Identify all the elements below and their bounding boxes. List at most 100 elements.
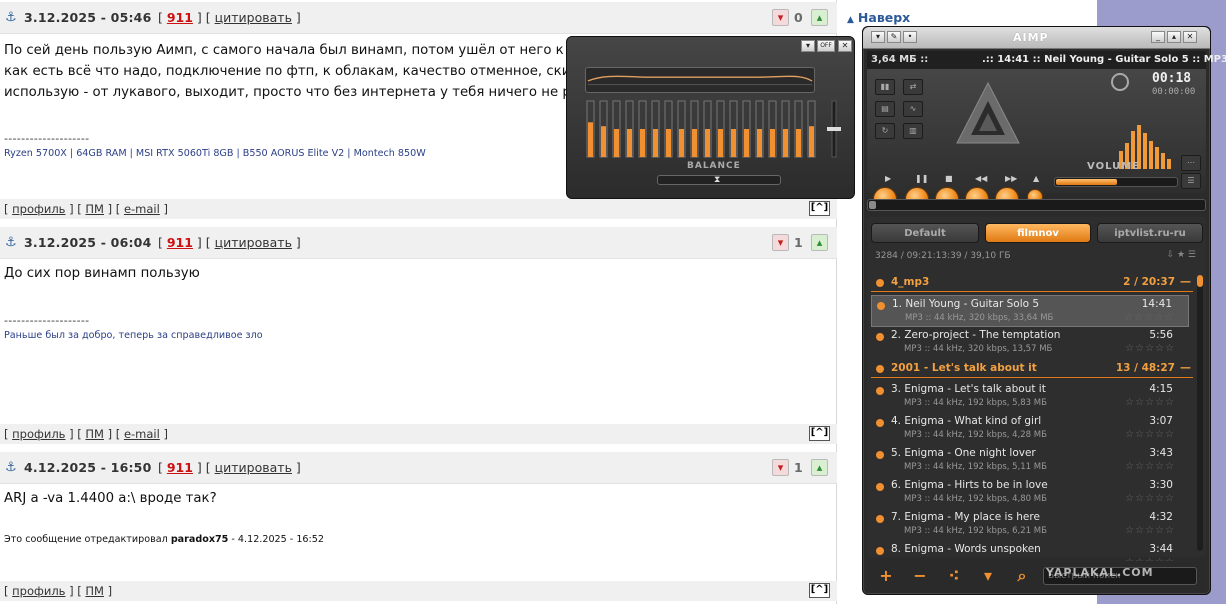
rating-stars-icon[interactable]: ☆☆☆☆☆ bbox=[1125, 525, 1175, 536]
collapse-icon[interactable]: — bbox=[1180, 361, 1191, 374]
playlist-toggle-icon[interactable]: ☰ bbox=[1181, 173, 1201, 189]
eq-close-icon[interactable]: ✕ bbox=[838, 40, 852, 52]
post-header: ⚓ 4.12.2025 - 16:50 [ 911 ] [ цитировать… bbox=[0, 452, 837, 484]
scroll-top-button[interactable]: [^] bbox=[809, 201, 830, 216]
collapse-icon[interactable]: — bbox=[1180, 275, 1191, 288]
track-display: 3,64 МБ :: .:: 14:41 :: Neil Young - Gui… bbox=[867, 51, 1226, 69]
thumbs-down-icon[interactable]: ▾ bbox=[772, 9, 789, 26]
aimp-titlebar[interactable]: ▾ ✎ • AIMP _ ▴ ✕ bbox=[863, 27, 1210, 49]
anchor-icon[interactable]: ⚓ bbox=[5, 11, 18, 25]
post-body: До сих пор винамп пользую bbox=[4, 263, 824, 284]
balance-knob-icon[interactable]: ⧗ bbox=[714, 174, 722, 186]
playlist-track[interactable]: 5. Enigma - One night lover 3:43 MP3 :: 44… bbox=[871, 445, 1189, 477]
quote-link[interactable]: цитировать bbox=[215, 460, 292, 475]
quote-link[interactable]: цитировать bbox=[215, 235, 292, 250]
preamp-slider[interactable] bbox=[823, 99, 845, 159]
thumbs-up-icon[interactable]: ▴ bbox=[811, 459, 828, 476]
playlist-track[interactable]: 2. Zero-project - The temptation 5:56 MP3 … bbox=[871, 327, 1189, 359]
profile-link[interactable]: профиль bbox=[12, 584, 65, 598]
profile-link[interactable]: профиль bbox=[12, 427, 65, 441]
volume-slider[interactable] bbox=[1054, 177, 1178, 187]
scrollbar-thumb[interactable] bbox=[1197, 275, 1203, 287]
menu-icon[interactable]: ▾ bbox=[871, 31, 885, 43]
rating-stars-icon[interactable]: ☆☆☆☆☆ bbox=[1125, 397, 1175, 408]
anchor-icon[interactable]: ⚓ bbox=[5, 461, 18, 475]
close-icon[interactable]: ✕ bbox=[1183, 31, 1197, 43]
sort-icon[interactable]: ⁖ bbox=[941, 565, 967, 587]
playlist-track[interactable]: 1. Neil Young - Guitar Solo 5 14:41 MP3 ::… bbox=[871, 295, 1189, 327]
playlist-track[interactable]: 3. Enigma - Let's talk about it 4:15 MP3 :… bbox=[871, 381, 1189, 413]
pm-link[interactable]: ПМ bbox=[85, 202, 104, 216]
profile-link[interactable]: профиль bbox=[12, 202, 65, 216]
eq-toggle-icon[interactable]: ▮▮ bbox=[875, 79, 895, 95]
search-icon[interactable]: ⌕ bbox=[1009, 565, 1035, 587]
seek-bar[interactable] bbox=[867, 199, 1206, 211]
post-number-link[interactable]: 911 bbox=[167, 10, 193, 25]
thumbs-down-icon[interactable]: ▾ bbox=[772, 234, 789, 251]
quote-link[interactable]: цитировать bbox=[215, 10, 292, 25]
wrench-icon[interactable]: ✎ bbox=[887, 31, 901, 43]
rating-stars-icon[interactable]: ☆☆☆☆☆ bbox=[1125, 429, 1175, 440]
visualizer-icon[interactable]: ∿ bbox=[903, 101, 923, 117]
add-icon[interactable]: + bbox=[873, 565, 899, 587]
post-links: [ 911 ] [ цитировать ] bbox=[158, 235, 301, 250]
playlist-toolbar: + − ⁖ ▾ ⌕ Быстрый поиск bbox=[867, 561, 1206, 591]
track-name: 2. Zero-project - The temptation bbox=[891, 329, 1061, 341]
group-name: 4_mp3 bbox=[891, 276, 930, 288]
post-number-link[interactable]: 911 bbox=[167, 460, 193, 475]
playlist-scrollbar[interactable] bbox=[1197, 275, 1203, 551]
library-icon[interactable]: ▤ bbox=[875, 101, 895, 117]
balance-slider[interactable]: ⧗ bbox=[657, 175, 781, 185]
post-number-link[interactable]: 911 bbox=[167, 235, 193, 250]
group-summary: 13 / 48:27 bbox=[1115, 362, 1175, 374]
back-to-top-link[interactable]: ▲ Наверх bbox=[847, 10, 910, 25]
playlist-track[interactable]: 6. Enigma - Hirts to be in love 3:30 MP3 :… bbox=[871, 477, 1189, 509]
signature-separator: -------------------- bbox=[4, 314, 90, 327]
group-dot-icon bbox=[876, 365, 884, 373]
scroll-top-button[interactable]: [^] bbox=[809, 583, 830, 598]
eq-off-button[interactable]: OFF bbox=[817, 40, 835, 52]
thumbs-up-icon[interactable]: ▴ bbox=[811, 9, 828, 26]
tab-filmnov[interactable]: filmnov bbox=[985, 223, 1091, 243]
email-link[interactable]: e-mail bbox=[124, 202, 160, 216]
anchor-icon[interactable]: ⚓ bbox=[5, 236, 18, 250]
rating-stars-icon[interactable]: ☆☆☆☆☆ bbox=[1125, 461, 1175, 472]
extra-settings-icon[interactable]: ⋯ bbox=[1181, 155, 1201, 171]
collapse-icon[interactable]: ▴ bbox=[1167, 31, 1181, 43]
pin-icon[interactable]: • bbox=[903, 31, 917, 43]
eq-band-fill bbox=[588, 122, 593, 157]
playlist-track[interactable]: 4. Enigma - What kind of girl 3:07 MP3 :: … bbox=[871, 413, 1189, 445]
minimize-icon[interactable]: _ bbox=[1151, 31, 1165, 43]
tab-iptvlist[interactable]: iptvlist.ru-ru bbox=[1097, 223, 1203, 243]
post: ⚓ 3.12.2025 - 06:04 [ 911 ] [ цитировать… bbox=[0, 227, 837, 445]
track-name: 1. Neil Young - Guitar Solo 5 bbox=[892, 298, 1040, 310]
crossfade-icon[interactable]: ⇄ bbox=[903, 79, 923, 95]
track-name: 3. Enigma - Let's talk about it bbox=[891, 383, 1046, 395]
playlist-summary: 3284 / 09:21:13:39 / 39,10 ГБ bbox=[875, 251, 1011, 261]
rating-stars-icon[interactable]: ☆☆☆☆☆ bbox=[1125, 493, 1175, 504]
rating-stars-icon[interactable]: ☆☆☆☆☆ bbox=[1124, 312, 1174, 323]
remove-icon[interactable]: − bbox=[907, 565, 933, 587]
pm-link[interactable]: ПМ bbox=[85, 584, 104, 598]
group-header[interactable]: 4_mp3 2 / 20:37 — bbox=[871, 275, 1193, 292]
track-dot-icon bbox=[876, 333, 884, 341]
power-icon[interactable] bbox=[1111, 73, 1129, 91]
eq-band-sliders[interactable] bbox=[583, 99, 823, 161]
play-time: 00:18 bbox=[1152, 71, 1192, 86]
rating-stars-icon[interactable]: ☆☆☆☆☆ bbox=[1125, 343, 1175, 354]
pm-link[interactable]: ПМ bbox=[85, 427, 104, 441]
misc-icon[interactable]: ▾ bbox=[975, 565, 1001, 587]
eq-band-fill bbox=[796, 129, 801, 157]
email-link[interactable]: e-mail bbox=[124, 427, 160, 441]
playlist-options-icon[interactable]: ⇩ ★ ☰ bbox=[1167, 250, 1196, 260]
tab-default[interactable]: Default bbox=[871, 223, 979, 243]
playlist-track[interactable]: 7. Enigma - My place is here 4:32 MP3 :: 4… bbox=[871, 509, 1189, 541]
eq-preset-icon[interactable]: ▾ bbox=[801, 40, 815, 52]
group-header[interactable]: 2001 - Let's talk about it 13 / 48:27 — bbox=[871, 361, 1193, 378]
thumbs-down-icon[interactable]: ▾ bbox=[772, 459, 789, 476]
thumbs-up-icon[interactable]: ▴ bbox=[811, 234, 828, 251]
scroll-top-button[interactable]: [^] bbox=[809, 426, 830, 441]
spectrum-icon[interactable]: ▥ bbox=[903, 123, 923, 139]
post: ⚓ 4.12.2025 - 16:50 [ 911 ] [ цитировать… bbox=[0, 452, 837, 604]
repeat-icon[interactable]: ↻ bbox=[875, 123, 895, 139]
